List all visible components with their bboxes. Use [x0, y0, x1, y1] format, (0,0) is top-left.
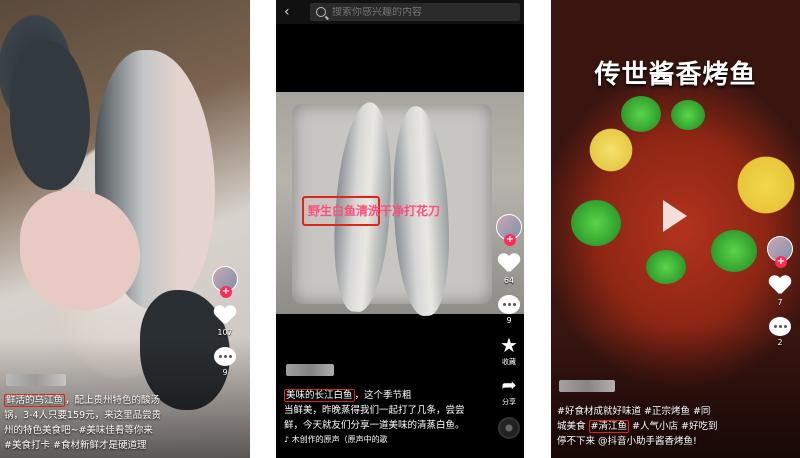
follow-button[interactable]: + [504, 234, 516, 246]
back-arrow-icon[interactable]: ‹ [284, 3, 290, 21]
follow-button[interactable]: + [220, 286, 232, 298]
video-post-3[interactable]: 传世酱香烤鱼 + 7 2 #好食材成就好味道 #正宗烤鱼 #同 城美食 #清江鱼… [551, 0, 800, 458]
post-caption: 美味的长江白鱼 ，这个季节粗 当鲜美，昨晚蒸得我们一起打了几条，尝尝 鲜，今天就友… [284, 389, 465, 431]
fish-in-sink-video[interactable]: 野生白鱼清洗干净打花刀 [276, 92, 524, 318]
author-username[interactable] [6, 374, 66, 386]
share-arrow-icon[interactable]: ➦ [501, 377, 516, 395]
favorite-label: 收藏 [502, 358, 516, 366]
favorite-star-icon[interactable]: ★ [500, 335, 518, 355]
post-caption: #好食材成就好味道 #正宗烤鱼 #同 城美食 #清江鱼 #人气小店 #好吃到 停… [557, 406, 718, 447]
author-avatar[interactable]: + [496, 214, 522, 246]
like-heart-icon[interactable] [498, 254, 520, 274]
author-username[interactable] [286, 364, 334, 376]
action-rail: + 7 2 [767, 236, 793, 347]
comment-count: 9 [222, 368, 228, 377]
search-box[interactable] [310, 3, 520, 21]
caption-highlight: 美味的长江白鱼 [284, 389, 355, 402]
broccoli-image [571, 200, 621, 246]
like-count: 64 [503, 276, 515, 285]
post-caption: 鲜活的乌江鱼 ，配上贵州特色的酸汤 锅，3-4人只要159元，来这里品尝贵 州的特… [4, 394, 162, 451]
comment-icon[interactable] [769, 317, 791, 336]
play-icon[interactable] [663, 200, 687, 232]
comment-icon[interactable] [498, 295, 520, 314]
follow-button[interactable]: + [775, 256, 787, 268]
search-input[interactable] [332, 6, 512, 18]
share-label: 分享 [502, 398, 516, 406]
caption-highlight: 鲜活的乌江鱼 [4, 394, 66, 407]
comment-count: 9 [506, 316, 512, 325]
comment-icon[interactable] [214, 347, 236, 366]
video-overlay-text: 野生白鱼清洗干净打花刀 [308, 204, 441, 218]
video-post-1[interactable]: + 107 9 鲜活的乌江鱼 ，配上贵州特色的酸汤 锅，3-4人只要159元，来这… [0, 0, 250, 458]
like-count: 7 [777, 298, 783, 307]
author-avatar[interactable]: + [212, 266, 238, 298]
caption-highlight: #清江鱼 [588, 420, 629, 433]
music-track[interactable]: ♪ 木创作的原声（原声中的歌 [284, 434, 388, 445]
video-title-overlay: 传世酱香烤鱼 [594, 60, 757, 90]
video-post-2[interactable]: ‹ 野生白鱼清洗干净打花刀 + 64 9 ★ 收藏 ➦ 分享 美味的长江白鱼，这… [276, 0, 524, 458]
broccoli-image [711, 230, 757, 272]
action-rail: + 107 9 [212, 266, 238, 377]
fish-head-image [10, 40, 90, 190]
author-username[interactable] [559, 380, 615, 392]
broccoli-image [671, 100, 705, 130]
music-disc-icon[interactable] [498, 417, 520, 439]
like-heart-icon[interactable] [214, 306, 236, 326]
broccoli-image [646, 250, 686, 284]
comment-count: 2 [777, 338, 783, 347]
search-icon [316, 7, 326, 17]
broccoli-image [621, 96, 661, 132]
action-rail: + 64 9 ★ 收藏 ➦ 分享 [496, 214, 522, 439]
author-avatar[interactable]: + [767, 236, 793, 268]
like-count: 107 [217, 328, 233, 337]
search-bar: ‹ [276, 0, 524, 24]
like-heart-icon[interactable] [769, 276, 791, 296]
